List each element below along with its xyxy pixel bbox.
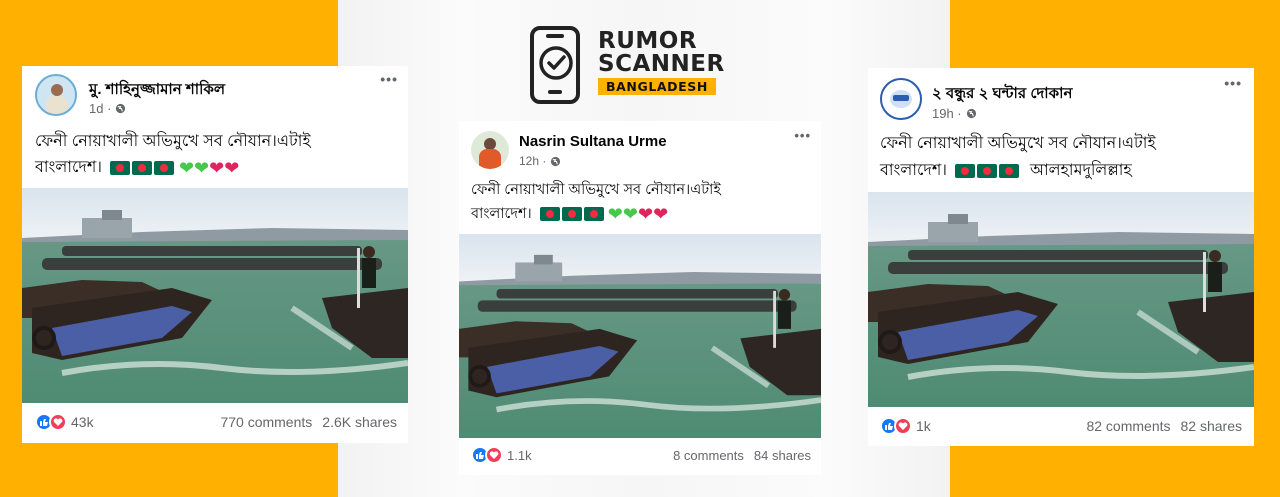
post-text-line-1: ফেনী নোয়াখালী অভিমুখে সব নৌযান।এটাই xyxy=(35,133,311,150)
reactions[interactable]: 43k xyxy=(35,413,94,431)
post-time[interactable]: 1d · xyxy=(89,101,126,116)
rumor-scanner-logo: RUMOR SCANNER BANGLADESH xyxy=(528,26,724,104)
reaction-count: 1k xyxy=(916,418,931,434)
author-name[interactable]: ২ বন্ধুর ২ ঘন্টার দোকান xyxy=(932,82,1072,107)
shares-count[interactable]: 84 shares xyxy=(754,448,811,463)
time-label: 19h · xyxy=(932,106,962,121)
comments-count[interactable]: 82 comments xyxy=(1086,418,1170,434)
post-text-tail: আলহামদুলিল্লাহ xyxy=(1029,162,1132,179)
post-text-word: বাংলাদেশ। xyxy=(35,159,103,176)
time-label: 1d · xyxy=(89,101,112,116)
reaction-count: 43k xyxy=(71,414,94,430)
post-text-line-2: বাংলাদেশ। ❤❤❤❤ xyxy=(471,201,668,227)
facebook-post-3: ২ বন্ধুর ২ ঘন্টার দোকান 19h · ••• ফেনী ন… xyxy=(868,68,1254,446)
time-label: 12h · xyxy=(519,154,547,168)
red-heart-icon: ❤ xyxy=(209,157,225,178)
red-heart-icon: ❤ xyxy=(653,204,669,225)
globe-icon xyxy=(551,156,561,166)
post-footer: 1k 82 comments 82 shares xyxy=(880,414,1242,438)
logo-line-1: RUMOR xyxy=(598,28,698,54)
post-text-word: বাংলাদেশ। xyxy=(880,162,948,179)
comments-count[interactable]: 8 comments xyxy=(673,448,744,463)
red-heart-icon: ❤ xyxy=(224,157,240,178)
post-footer: 43k 770 comments 2.6K shares xyxy=(35,410,397,434)
facebook-post-2: Nasrin Sultana Urme 12h · ••• ফেনী নোয়া… xyxy=(459,121,821,475)
more-options-button[interactable]: ••• xyxy=(380,72,398,86)
author-name[interactable]: Nasrin Sultana Urme xyxy=(519,133,667,150)
post-text-line-2: বাংলাদেশ। ❤❤❤❤ xyxy=(35,154,239,182)
love-icon xyxy=(894,417,912,435)
logo-line-3: BANGLADESH xyxy=(598,78,716,95)
more-options-button[interactable]: ••• xyxy=(794,129,811,142)
bangladesh-flag-icons xyxy=(539,207,604,222)
love-icon xyxy=(49,413,67,431)
post-time[interactable]: 12h · xyxy=(519,154,561,168)
comments-count[interactable]: 770 comments xyxy=(220,414,312,430)
bangladesh-flag-icons xyxy=(110,160,175,175)
post-text-line-1: ফেনী নোয়াখালী অভিমুখে সব নৌযান।এটাই xyxy=(471,182,721,198)
author-name[interactable]: মু. শাহিনুজ্জামান শাকিল xyxy=(89,78,225,103)
bangladesh-flag-icons xyxy=(955,163,1020,178)
globe-icon xyxy=(966,108,976,119)
post-footer: 1.1k 8 comments 84 shares xyxy=(471,443,811,467)
post-time[interactable]: 19h · xyxy=(932,106,977,121)
post-text-line-2: বাংলাদেশ। আলহামদুলিল্লাহ xyxy=(880,157,1132,185)
shares-count[interactable]: 82 shares xyxy=(1181,418,1242,434)
green-heart-icon: ❤ xyxy=(622,204,638,225)
red-heart-icon: ❤ xyxy=(637,204,654,225)
reactions[interactable]: 1.1k xyxy=(471,446,532,464)
post-photo[interactable] xyxy=(459,234,821,438)
avatar[interactable] xyxy=(35,74,77,116)
love-icon xyxy=(485,446,503,464)
green-heart-icon: ❤ xyxy=(178,157,195,178)
facebook-post-1: মু. শাহিনুজ্জামান শাকিল 1d · ••• ফেনী নো… xyxy=(22,66,408,443)
phone-check-icon xyxy=(530,26,580,104)
reactions[interactable]: 1k xyxy=(880,417,931,435)
shares-count[interactable]: 2.6K shares xyxy=(322,414,397,430)
green-heart-icon: ❤ xyxy=(194,157,210,178)
globe-icon xyxy=(116,103,126,114)
avatar[interactable] xyxy=(471,131,509,169)
more-options-button[interactable]: ••• xyxy=(1224,76,1242,90)
post-photo[interactable] xyxy=(868,192,1254,407)
green-heart-icon: ❤ xyxy=(607,204,623,225)
post-text-line-1: ফেনী নোয়াখালী অভিমুখে সব নৌযান।এটাই xyxy=(880,135,1156,152)
reaction-count: 1.1k xyxy=(507,447,532,463)
logo-line-2: SCANNER xyxy=(598,51,725,77)
avatar[interactable] xyxy=(880,78,922,120)
post-text-word: বাংলাদেশ। xyxy=(471,206,532,222)
post-photo[interactable] xyxy=(22,188,408,403)
